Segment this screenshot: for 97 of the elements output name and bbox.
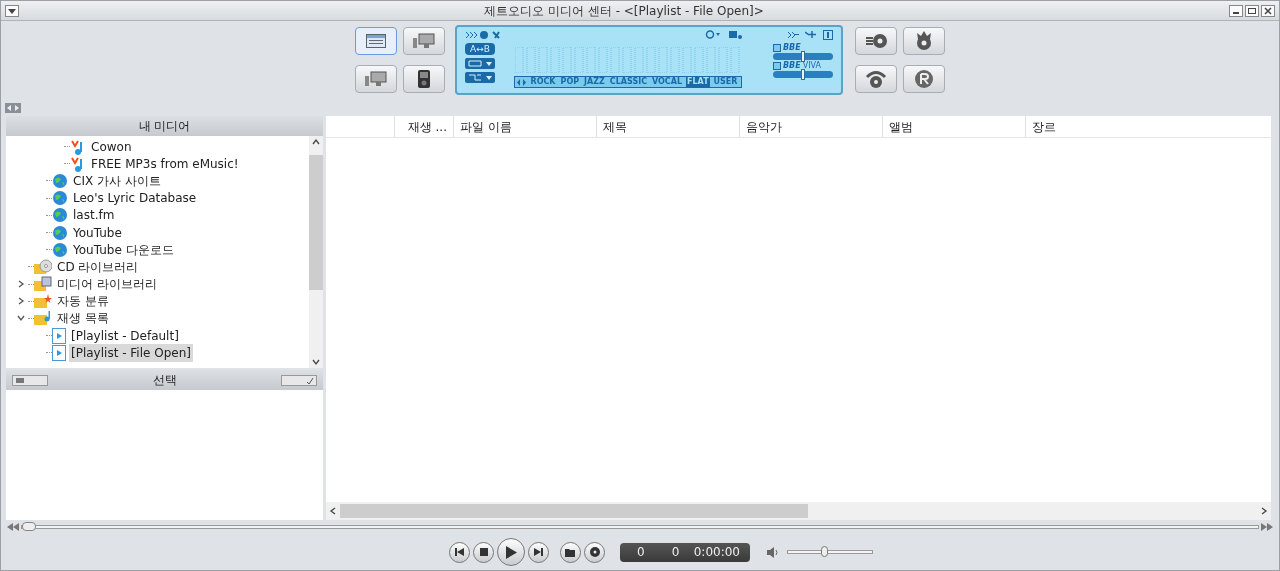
tree-item[interactable]: CD 라이브러리 xyxy=(55,257,141,276)
globe-icon xyxy=(52,172,68,189)
play-icon xyxy=(505,545,517,559)
folder-icon xyxy=(34,276,52,293)
minimize-icon[interactable] xyxy=(1229,4,1243,17)
cd-ripping-button[interactable] xyxy=(855,27,897,55)
globe-icon xyxy=(52,241,68,258)
tree-item[interactable]: 재생 목록 xyxy=(55,309,111,328)
seek-track[interactable] xyxy=(21,525,1259,529)
slider-thumb[interactable] xyxy=(801,51,805,62)
view-button[interactable] xyxy=(355,27,397,55)
open-file-button[interactable] xyxy=(560,541,581,563)
shuffle-icon[interactable] xyxy=(465,72,495,83)
close-icon[interactable] xyxy=(1261,4,1275,17)
next-icon xyxy=(534,548,543,556)
counter-text: 0:00:00 xyxy=(693,544,740,561)
eject-button[interactable] xyxy=(584,541,605,563)
add-icon[interactable] xyxy=(805,30,817,39)
flame-disc-icon xyxy=(915,31,933,51)
next-button[interactable] xyxy=(528,541,549,563)
selection-header: 선택 xyxy=(152,372,177,389)
selection-toggle-icon[interactable] xyxy=(12,374,48,386)
seek-thumb[interactable] xyxy=(22,522,36,531)
playlist-file-icon xyxy=(52,327,66,344)
viva-label: VIVA xyxy=(802,62,821,70)
tree-item[interactable]: [Playlist - Default] xyxy=(69,326,181,345)
eq-preset[interactable]: FLAT xyxy=(686,77,710,87)
tree-item[interactable]: last.fm xyxy=(71,206,117,225)
volume-thumb[interactable] xyxy=(820,546,828,557)
expander-icon[interactable] xyxy=(17,297,25,306)
record-button[interactable] xyxy=(903,65,945,93)
folder-music-icon xyxy=(34,310,52,327)
panel-toggle-icon[interactable] xyxy=(5,102,21,113)
tree-item[interactable]: 자동 분류 xyxy=(55,292,111,311)
column-header[interactable]: 앨범 xyxy=(882,116,1025,137)
scrollbar[interactable] xyxy=(309,136,323,368)
column-header[interactable]: 파일 이름 xyxy=(453,116,596,137)
music-list-icon[interactable] xyxy=(729,30,743,39)
tree-item[interactable]: FREE MP3s from eMusic! xyxy=(89,154,241,173)
bbe-label: BBE xyxy=(783,44,801,52)
folder-star-icon xyxy=(34,293,52,310)
tree-item[interactable]: YouTube 다운로드 xyxy=(71,240,176,259)
tree-item[interactable]: YouTube xyxy=(71,223,124,242)
playlist-file-icon xyxy=(52,344,66,361)
expander-icon[interactable] xyxy=(17,314,25,323)
tree-item[interactable]: [Playlist - File Open] xyxy=(69,343,193,362)
tree-item[interactable]: 미디어 라이브러리 xyxy=(55,275,159,294)
previous-button[interactable] xyxy=(449,541,470,563)
play-button[interactable] xyxy=(497,538,525,566)
horizontal-scrollbar[interactable] xyxy=(326,502,1271,520)
sidebar-header: 내 미디어 xyxy=(6,116,323,136)
convert-button[interactable] xyxy=(855,65,897,93)
slider-track[interactable] xyxy=(773,71,833,78)
monitor-icon xyxy=(365,71,387,87)
disc-icon xyxy=(589,547,600,557)
column-header[interactable]: 재생 ... xyxy=(394,116,453,137)
globe-icon xyxy=(52,207,68,224)
tree-item[interactable]: CIX 가사 사이트 xyxy=(71,171,163,190)
bbe-checkbox[interactable] xyxy=(773,44,781,52)
slider-track[interactable] xyxy=(773,53,833,60)
record-icon xyxy=(914,69,934,89)
globe-icon xyxy=(52,190,68,207)
stop-button[interactable] xyxy=(473,541,494,563)
expander-icon[interactable] xyxy=(17,280,25,289)
window-icon xyxy=(366,34,386,48)
rewind-icon[interactable] xyxy=(7,523,19,531)
fast-forward-icon[interactable] xyxy=(1261,523,1273,531)
stop-icon xyxy=(479,548,488,556)
window-title: 제트오디오 미디어 센터 - <[Playlist - File Open]> xyxy=(484,2,764,20)
disc-arrow-icon xyxy=(865,70,887,88)
globe-icon xyxy=(52,224,68,241)
ab-repeat-button[interactable]: A↔B xyxy=(465,43,495,55)
slider-thumb[interactable] xyxy=(801,69,805,80)
folder-icon xyxy=(565,547,576,557)
counter-text: 0 xyxy=(637,544,645,561)
column-header[interactable]: 제목 xyxy=(596,116,739,137)
bbe-label: BBE xyxy=(783,62,801,70)
forward-icon[interactable] xyxy=(787,30,799,39)
view-button[interactable] xyxy=(403,65,445,93)
previous-icon xyxy=(455,548,464,556)
tree-item[interactable]: Leo's Lyric Database xyxy=(71,189,199,208)
menu-icon[interactable] xyxy=(5,4,19,17)
bbe-checkbox[interactable] xyxy=(773,62,781,70)
sync-icon[interactable] xyxy=(705,30,721,39)
counter-text: 0 xyxy=(671,544,680,561)
headphone-toggle-icon[interactable] xyxy=(281,374,317,386)
monitor-icon xyxy=(413,33,435,49)
media-player-icon xyxy=(418,70,430,88)
column-header[interactable]: 음악가 xyxy=(739,116,882,137)
tree-item[interactable]: Cowon xyxy=(89,137,134,156)
info-icon[interactable] xyxy=(823,30,833,40)
disc-icon xyxy=(865,33,887,49)
burn-button[interactable] xyxy=(903,27,945,55)
maximize-icon[interactable] xyxy=(1245,4,1259,17)
repeat-icon[interactable] xyxy=(465,58,495,69)
volume-icon[interactable] xyxy=(767,546,780,558)
column-header[interactable]: 장르 xyxy=(1025,116,1168,137)
